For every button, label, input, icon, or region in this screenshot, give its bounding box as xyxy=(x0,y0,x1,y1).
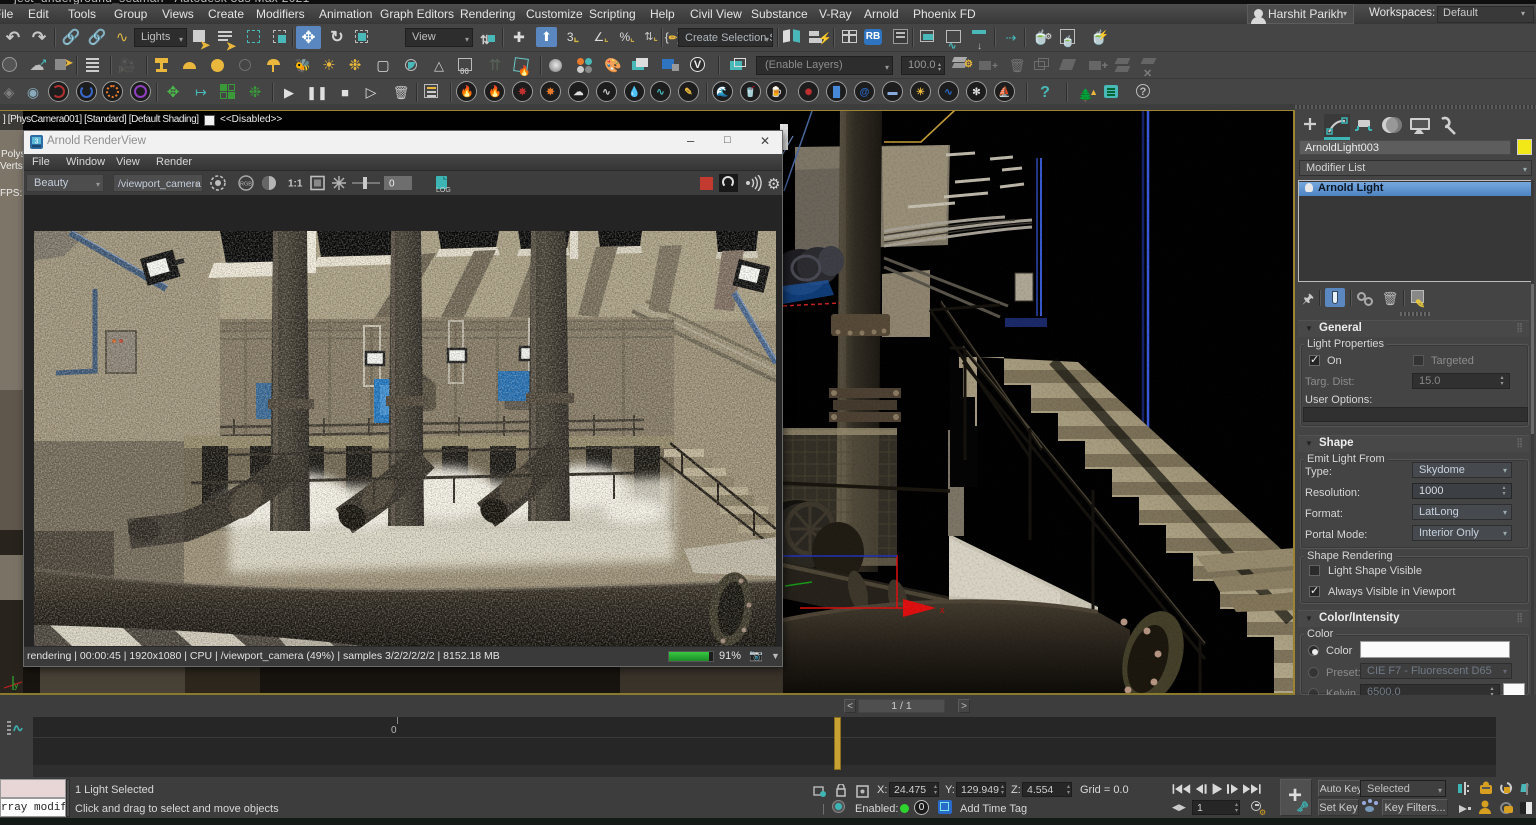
svg-text:3: 3 xyxy=(35,139,39,146)
svg-text:1:1: 1:1 xyxy=(288,179,303,190)
svg-text:0: 0 xyxy=(389,179,395,190)
svg-text:RGB: RGB xyxy=(240,182,252,188)
svg-text:LOG: LOG xyxy=(436,187,451,194)
